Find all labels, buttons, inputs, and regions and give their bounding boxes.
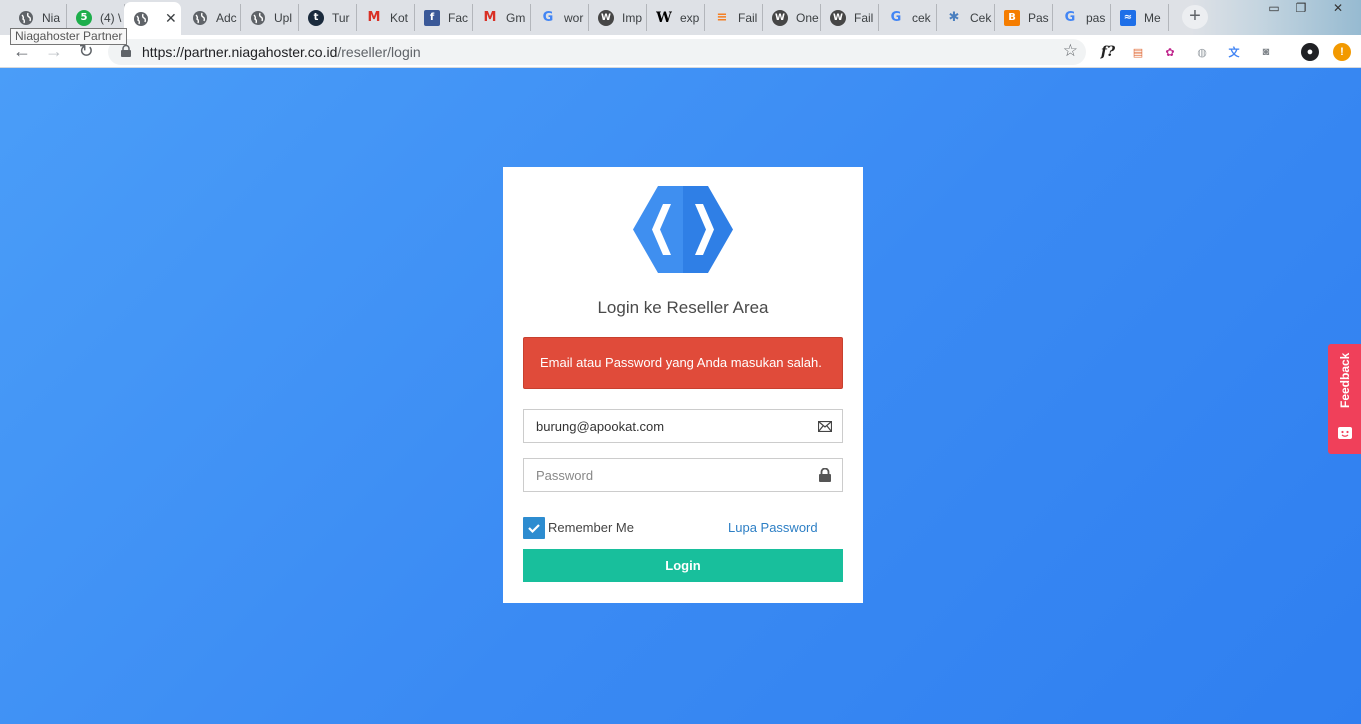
tab-title: (4) \ (100, 10, 122, 25)
niagahoster-logo (633, 186, 733, 273)
tab-title: wor (564, 10, 584, 25)
blogger-icon: B (1004, 9, 1020, 26)
tab-title: Fail (738, 10, 758, 25)
tab-title: Cek (970, 10, 992, 25)
camera-icon[interactable]: ◙ (1257, 43, 1275, 61)
globe-gray-icon[interactable]: ◍ (1193, 43, 1211, 61)
tab-title: Gm (506, 10, 526, 25)
error-alert: Email atau Password yang Anda masukan sa… (523, 337, 843, 389)
new-tab-button[interactable]: + (1182, 5, 1208, 29)
wordpress-icon: W (598, 9, 614, 26)
feedback-label: Feedback (1338, 352, 1352, 408)
wordpress-icon: W (830, 9, 846, 26)
tab-title: Adc (216, 10, 237, 25)
login-title: Login ke Reseller Area (597, 298, 769, 317)
feedback-tab[interactable]: Feedback (1328, 344, 1361, 454)
globe-icon (18, 10, 34, 26)
tab-title: Tur (332, 10, 350, 25)
google-icon: G (890, 10, 902, 25)
browser-tab[interactable]: W Imp (589, 4, 647, 31)
font-finder-icon[interactable]: f? (1097, 43, 1119, 61)
google-icon: G (1064, 10, 1076, 25)
stackoverflow-icon: ≡ (716, 10, 728, 25)
tab-strip: Nia 5 (4) \ ✕ Adc Upl t Tur M Kot f Fac M Gm Gwor W Imp W… (0, 0, 1361, 35)
password-input[interactable] (524, 459, 809, 491)
browser-tab[interactable]: Gpas (1053, 4, 1111, 31)
password-field[interactable] (523, 458, 843, 492)
browser-tab[interactable]: Gcek (879, 4, 937, 31)
tab-title: Fac (448, 10, 469, 25)
globe-icon (250, 10, 266, 26)
browser-tab[interactable]: M Gm (473, 4, 531, 31)
gmail-icon: M (483, 10, 497, 25)
browser-toolbar: ← → ↻ https://partner.niagahoster.co.id/… (0, 35, 1361, 68)
tab-title: Pas (1028, 10, 1049, 25)
browser-tab[interactable]: f Fac (415, 4, 473, 31)
badge-5-icon: 5 (76, 9, 92, 26)
network-icon: ✱ (948, 10, 960, 25)
minimize-button[interactable]: ▭ (1259, 0, 1289, 18)
profile-icon[interactable]: ● (1301, 43, 1319, 61)
browser-tab[interactable]: ✕ (124, 2, 181, 35)
tab-title: Imp (622, 10, 643, 25)
tab-title: Nia (42, 10, 61, 25)
tab-title: exp (680, 10, 700, 25)
padlock-icon (819, 468, 831, 482)
browser-tab[interactable]: Wexp (647, 4, 705, 31)
wordpress-icon: W (772, 9, 788, 26)
browser-tab[interactable]: Adc (183, 4, 241, 31)
url-text[interactable]: https://partner.niagahoster.co.id/resell… (142, 44, 421, 60)
checkmark-icon (528, 524, 540, 534)
browser-tab[interactable]: t Tur (299, 4, 357, 31)
browser-tab[interactable]: Gwor (531, 4, 589, 31)
tab-title: pas (1086, 10, 1106, 25)
wave-icon: ≈ (1120, 9, 1136, 26)
url-host: https://partner.niagahoster.co.id (142, 44, 338, 60)
email-field[interactable] (523, 409, 843, 443)
globe-icon (192, 10, 208, 26)
remember-me-label[interactable]: Remember Me (548, 520, 634, 535)
tab-close-icon[interactable]: ✕ (165, 10, 177, 27)
browser-tab[interactable]: ≡ Fail (705, 4, 763, 31)
browser-tab[interactable]: 5 (4) \ (67, 4, 125, 31)
address-bar[interactable]: https://partner.niagahoster.co.id/resell… (108, 39, 1086, 65)
tab-title: Fail (854, 10, 874, 25)
feedback-face-icon (1338, 427, 1352, 439)
translate-icon[interactable]: 文 (1225, 43, 1243, 61)
browser-tab[interactable]: ≈ Me (1111, 4, 1169, 31)
browser-tab[interactable]: M Kot (357, 4, 415, 31)
wikipedia-icon: W (656, 9, 672, 26)
tab-title: Me (1144, 10, 1161, 25)
browser-tab[interactable]: W Fail (821, 4, 879, 31)
tab-title: Kot (390, 10, 409, 25)
forgot-password-link[interactable]: Lupa Password (728, 520, 818, 535)
restore-button[interactable]: ❐ (1286, 0, 1316, 18)
email-input[interactable] (524, 410, 809, 442)
remember-me-checkbox[interactable] (523, 517, 545, 539)
login-button[interactable]: Login (523, 549, 843, 582)
google-icon: G (542, 10, 554, 25)
browser-tab[interactable]: W One (763, 4, 821, 31)
calendar-icon[interactable]: ▤ (1129, 43, 1147, 61)
browser-tab[interactable]: ✱ Cek (937, 4, 995, 31)
browser-tab[interactable]: B Pas (995, 4, 1053, 31)
tab-title: Upl (274, 10, 293, 25)
lock-icon (121, 45, 131, 57)
envelope-icon (818, 421, 832, 432)
tab-title: cek (912, 10, 931, 25)
bookmark-star-icon[interactable]: ☆ (1063, 41, 1078, 61)
tab-title: One (796, 10, 819, 25)
gmail-icon: M (367, 10, 381, 25)
login-card: Login ke Reseller Area Email atau Passwo… (503, 167, 863, 603)
browser-tab[interactable]: Nia (9, 4, 67, 31)
tumblr-icon: t (308, 9, 324, 26)
color-wheel-icon[interactable]: ✿ (1161, 43, 1179, 61)
update-alert-icon[interactable]: ! (1333, 43, 1351, 61)
window-close-button[interactable]: ✕ (1323, 0, 1353, 18)
browser-tab[interactable]: Upl (241, 4, 299, 31)
tab-tooltip: Niagahoster Partner (10, 28, 128, 45)
globe-icon (133, 11, 149, 27)
url-path: /reseller/login (337, 44, 421, 60)
facebook-icon: f (424, 9, 440, 26)
